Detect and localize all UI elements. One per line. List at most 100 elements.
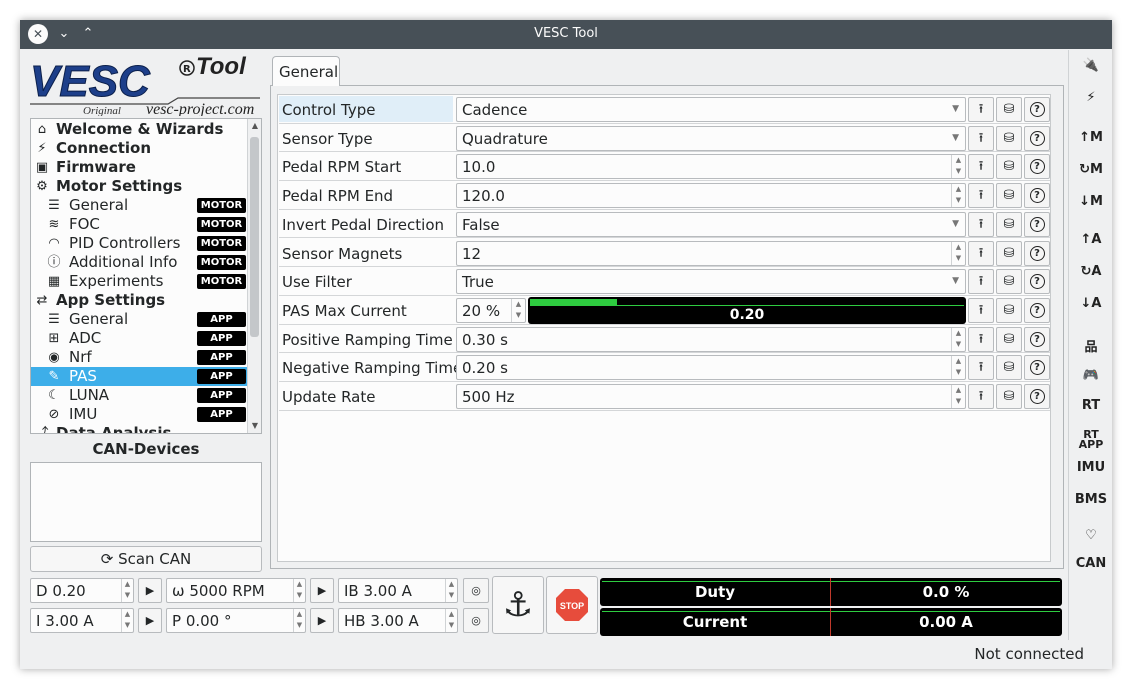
database-button[interactable]: ⛁ xyxy=(996,269,1022,295)
spin-arrows-icon[interactable]: ▲ ▼ xyxy=(951,241,965,265)
upload-default-button[interactable]: ⭱ xyxy=(968,183,994,209)
tab-general[interactable]: General xyxy=(272,56,340,86)
network-icon[interactable]: 品 xyxy=(1069,336,1113,355)
help-button[interactable]: ? xyxy=(1024,211,1050,237)
rt-app-icon[interactable]: RT APP xyxy=(1069,429,1113,452)
upload-default-button[interactable]: ⭱ xyxy=(968,355,994,381)
sidebar-item-luna[interactable]: ☾ LUNA APP xyxy=(31,386,247,405)
help-button[interactable]: ? xyxy=(1024,269,1050,295)
run-brake-button[interactable]: ◎ xyxy=(463,578,489,603)
scroll-down-icon[interactable]: ▼ xyxy=(248,419,261,433)
help-button[interactable]: ? xyxy=(1024,326,1050,352)
sidebar-item-foc[interactable]: ≋ FOC MOTOR xyxy=(31,215,247,234)
database-button[interactable]: ⛁ xyxy=(996,355,1022,381)
sidebar-item-connection[interactable]: ⚡ Connection xyxy=(31,139,247,158)
upload-default-button[interactable]: ⭱ xyxy=(968,125,994,151)
sidebar-item-adc[interactable]: ⊞ ADC APP xyxy=(31,329,247,348)
spin-arrows-icon[interactable]: ▲ ▼ xyxy=(951,385,965,408)
database-button[interactable]: ⛁ xyxy=(996,211,1022,237)
write-app-config-icon[interactable]: ↓A xyxy=(1069,296,1113,311)
database-button[interactable]: ⛁ xyxy=(996,183,1022,209)
param-spin-box[interactable]: 12 ▲ ▼ xyxy=(456,240,966,266)
upload-default-button[interactable]: ⭱ xyxy=(968,297,994,323)
restore-motor-config-icon[interactable]: ↻M xyxy=(1069,162,1113,177)
param-spin-box[interactable]: 0.20 s ▲ ▼ xyxy=(456,355,966,381)
upload-default-button[interactable]: ⭱ xyxy=(968,97,994,122)
sidebar-item-additional-info[interactable]: ⓘ Additional Info MOTOR xyxy=(31,253,247,272)
upload-default-button[interactable]: ⭱ xyxy=(968,384,994,409)
upload-default-button[interactable]: ⭱ xyxy=(968,240,994,266)
param-percent-input[interactable]: 20 % ▲ ▼ xyxy=(456,297,526,323)
run-current-button[interactable]: ▶ xyxy=(138,608,162,633)
sidebar-item-pas[interactable]: ✎ PAS APP xyxy=(31,367,247,386)
sidebar-item-imu[interactable]: ⊘ IMU APP xyxy=(31,405,247,424)
sidebar-item-data-analysis[interactable]: ⤴ Data Analysis xyxy=(31,424,247,433)
sidebar-item-nrf[interactable]: ◉ Nrf APP xyxy=(31,348,247,367)
database-button[interactable]: ⛁ xyxy=(996,125,1022,151)
run-rpm-button[interactable]: ▶ xyxy=(310,578,334,603)
position-input[interactable]: P 0.00 ° ▲ ▼ xyxy=(166,608,306,633)
bms-icon[interactable]: BMS xyxy=(1069,492,1113,507)
database-button[interactable]: ⛁ xyxy=(996,97,1022,122)
param-spin-box[interactable]: 10.0 ▲ ▼ xyxy=(456,154,966,180)
param-combo-box[interactable]: Quadrature ▼ xyxy=(456,125,966,151)
read-motor-config-icon[interactable]: ↑M xyxy=(1069,130,1113,145)
param-combo-box[interactable]: True ▼ xyxy=(456,269,966,295)
database-button[interactable]: ⛁ xyxy=(996,297,1022,323)
sidebar-item-firmware[interactable]: ▣ Firmware xyxy=(31,158,247,177)
rpm-input[interactable]: ω 5000 RPM ▲ ▼ xyxy=(166,578,306,603)
settings-tree[interactable]: ⤴ Data Analysis ⊘ IMU APP ☾ LUNA APP ✎ PAS APP ◉ Nrf… xyxy=(30,118,262,434)
spin-arrows-icon[interactable]: ▲ ▼ xyxy=(951,327,965,351)
spin-arrows-icon[interactable]: ▲ ▼ xyxy=(951,356,965,380)
run-position-button[interactable]: ▶ xyxy=(310,608,334,633)
spin-arrows-icon[interactable]: ▲ ▼ xyxy=(951,184,965,208)
run-handbrake-button[interactable]: ◎ xyxy=(463,608,489,633)
sidebar-item-general[interactable]: ☰ General MOTOR xyxy=(31,196,247,215)
database-button[interactable]: ⛁ xyxy=(996,154,1022,180)
handbrake-input[interactable]: HB 3.00 A ▲ ▼ xyxy=(338,608,458,633)
scroll-up-icon[interactable]: ▲ xyxy=(248,119,261,133)
scan-can-button[interactable]: ⟳ Scan CAN xyxy=(30,546,262,572)
read-app-config-icon[interactable]: ↑A xyxy=(1069,232,1113,247)
help-button[interactable]: ? xyxy=(1024,154,1050,180)
param-combo-box[interactable]: False ▼ xyxy=(456,211,966,237)
sidebar-item-motor-settings[interactable]: ⚙ Motor Settings xyxy=(31,177,247,196)
run-duty-button[interactable]: ▶ xyxy=(138,578,162,603)
connect-icon[interactable]: 🔌 xyxy=(1069,58,1113,73)
database-button[interactable]: ⛁ xyxy=(996,240,1022,266)
help-button[interactable]: ? xyxy=(1024,297,1050,323)
help-button[interactable]: ? xyxy=(1024,125,1050,151)
help-button[interactable]: ? xyxy=(1024,97,1050,122)
database-button[interactable]: ⛁ xyxy=(996,326,1022,352)
can-icon[interactable]: CAN xyxy=(1069,556,1113,571)
sidebar-item-general[interactable]: ☰ General APP xyxy=(31,310,247,329)
upload-default-button[interactable]: ⭱ xyxy=(968,269,994,295)
current-input[interactable]: I 3.00 A ▲ ▼ xyxy=(30,608,134,633)
param-spin-box[interactable]: 0.30 s ▲ ▼ xyxy=(456,326,966,352)
help-button[interactable]: ? xyxy=(1024,355,1050,381)
param-combo-box[interactable]: Cadence ▼ xyxy=(456,97,966,122)
stop-button[interactable]: STOP xyxy=(546,576,598,634)
param-spin-box[interactable]: 120.0 ▲ ▼ xyxy=(456,183,966,209)
brake-current-input[interactable]: IB 3.00 A ▲ ▼ xyxy=(338,578,458,603)
restore-app-config-icon[interactable]: ↻A xyxy=(1069,264,1113,279)
help-button[interactable]: ? xyxy=(1024,240,1050,266)
disconnect-icon[interactable]: ⚡ xyxy=(1069,90,1113,105)
rt-data-icon[interactable]: RT xyxy=(1069,398,1113,413)
database-button[interactable]: ⛁ xyxy=(996,384,1022,409)
scroll-thumb[interactable] xyxy=(250,137,259,337)
sidebar-item-experiments[interactable]: ▦ Experiments MOTOR xyxy=(31,272,247,291)
sidebar-item-pid-controllers[interactable]: ◠ PID Controllers MOTOR xyxy=(31,234,247,253)
anchor-button[interactable]: ⚓ xyxy=(492,576,544,634)
help-button[interactable]: ? xyxy=(1024,384,1050,409)
write-motor-config-icon[interactable]: ↓M xyxy=(1069,194,1113,209)
sidebar-item-app-settings[interactable]: ⇄ App Settings xyxy=(31,291,247,310)
spin-arrows-icon[interactable]: ▲ ▼ xyxy=(951,155,965,179)
gamepad-icon[interactable]: 🎮 xyxy=(1069,368,1113,383)
imu-data-icon[interactable]: IMU xyxy=(1069,460,1113,475)
tree-scrollbar[interactable]: ▲ ▼ xyxy=(247,119,261,433)
help-button[interactable]: ? xyxy=(1024,183,1050,209)
upload-default-button[interactable]: ⭱ xyxy=(968,211,994,237)
upload-default-button[interactable]: ⭱ xyxy=(968,326,994,352)
sidebar-item-welcome-wizards[interactable]: ⌂ Welcome & Wizards xyxy=(31,120,247,139)
